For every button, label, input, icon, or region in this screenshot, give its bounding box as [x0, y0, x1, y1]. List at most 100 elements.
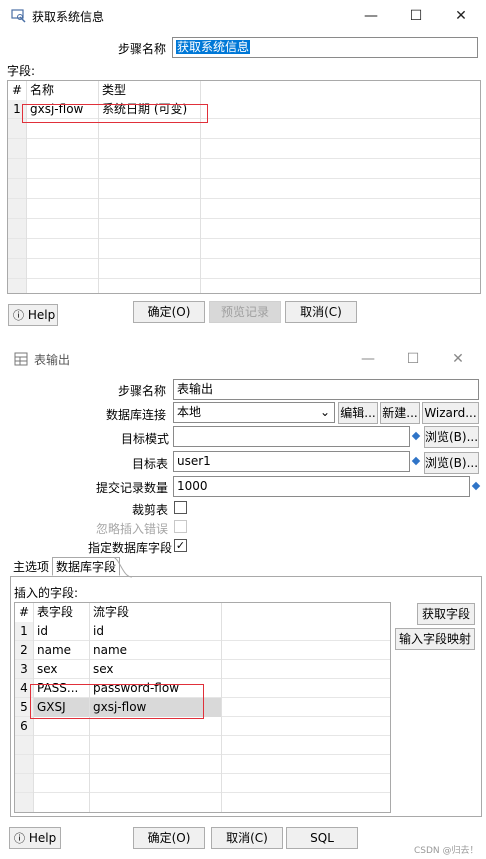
variable-icon: [411, 431, 421, 441]
cancel-button[interactable]: 取消(C): [285, 301, 357, 323]
tab-main-options[interactable]: 主选项: [10, 558, 52, 577]
preview-button: 预览记录: [209, 301, 281, 323]
minimize-icon[interactable]: —: [357, 4, 385, 28]
get-fields-button[interactable]: 获取字段: [417, 603, 475, 625]
db-connection-label: 数据库连接: [106, 408, 167, 422]
target-table-label: 目标表: [132, 457, 169, 471]
column-header-table-field[interactable]: 表字段: [33, 603, 89, 622]
dialog2-titlebar: 表输出 — ☐ ✕: [0, 343, 486, 375]
help-icon: ⓘ: [13, 309, 24, 322]
close-icon[interactable]: ✕: [447, 4, 475, 28]
empty-row[interactable]: [8, 200, 480, 219]
empty-row[interactable]: [8, 260, 480, 279]
row-number: 1: [20, 624, 28, 638]
help-label: Help: [27, 308, 56, 322]
variable-icon: [471, 481, 481, 491]
table-header: # 名称 类型: [8, 81, 480, 100]
dialog2-title: 表输出: [34, 353, 71, 367]
edit-connection-button[interactable]: 编辑...: [338, 402, 378, 424]
step-name-label: 步骤名称: [118, 42, 167, 56]
highlight-box: [22, 104, 208, 123]
ok-button[interactable]: 确定(O): [133, 827, 205, 849]
chevron-down-icon: ⌄: [319, 405, 330, 419]
system-info-icon: [11, 9, 26, 23]
table-header: # 表字段 流字段: [15, 603, 390, 622]
table-row[interactable]: 2 name name: [15, 641, 390, 660]
empty-row[interactable]: [8, 160, 480, 179]
table-output-dialog: 表输出 — ☐ ✕ 步骤名称 表输出 数据库连接 本地 ⌄ 编辑... 新建..…: [0, 343, 486, 859]
highlight-box: [30, 684, 204, 719]
specify-fields-checkbox[interactable]: ✓: [174, 539, 187, 552]
stream-field-cell[interactable]: name: [89, 641, 221, 660]
column-header-num: #: [11, 83, 23, 97]
browse-schema-button[interactable]: 浏览(B)...: [424, 426, 479, 448]
step-name-label: 步骤名称: [118, 384, 167, 398]
dialog1-title: 获取系统信息: [32, 10, 105, 24]
column-header-num: #: [18, 605, 30, 619]
help-label: Help: [28, 831, 57, 845]
stream-field-cell[interactable]: [89, 717, 221, 736]
tab-database-fields[interactable]: 数据库字段: [52, 557, 121, 576]
table-output-icon: [14, 352, 28, 366]
empty-row[interactable]: [8, 140, 480, 159]
help-button[interactable]: ⓘ Help: [9, 827, 61, 849]
row-number: 6: [20, 719, 28, 733]
target-schema-input[interactable]: [173, 426, 410, 447]
target-table-input[interactable]: user1: [173, 451, 410, 472]
maximize-icon[interactable]: ☐: [399, 347, 427, 371]
minimize-icon[interactable]: —: [354, 347, 382, 371]
column-header-stream-field[interactable]: 流字段: [89, 603, 221, 622]
column-divider: [221, 603, 222, 812]
column-header-name[interactable]: 名称: [26, 81, 98, 100]
table-field-cell[interactable]: name: [33, 641, 89, 660]
empty-row[interactable]: [8, 240, 480, 259]
target-schema-label: 目标模式: [121, 432, 170, 446]
empty-row[interactable]: [15, 755, 390, 774]
ok-button[interactable]: 确定(O): [133, 301, 205, 323]
empty-row[interactable]: [8, 220, 480, 239]
table-row[interactable]: 6: [15, 717, 390, 736]
browse-table-button[interactable]: 浏览(B)...: [424, 452, 479, 474]
stream-field-cell[interactable]: id: [89, 622, 221, 641]
table-row[interactable]: 3 sex sex: [15, 660, 390, 679]
empty-row[interactable]: [15, 736, 390, 755]
table-row[interactable]: 1 id id: [15, 622, 390, 641]
truncate-checkbox[interactable]: [174, 501, 187, 514]
table-field-cell[interactable]: sex: [33, 660, 89, 679]
step-name-input[interactable]: 表输出: [173, 379, 479, 400]
maximize-icon[interactable]: ☐: [402, 4, 430, 28]
ignore-errors-label: 忽略插入错误: [96, 522, 169, 536]
column-header-type[interactable]: 类型: [98, 81, 200, 100]
step-name-input[interactable]: 获取系统信息: [172, 37, 478, 58]
row-number: 3: [20, 662, 28, 676]
variable-icon: [411, 456, 421, 466]
commit-size-input[interactable]: 1000: [173, 476, 470, 497]
specify-fields-label: 指定数据库字段: [88, 541, 173, 555]
db-connection-value: 本地: [177, 405, 202, 419]
help-button[interactable]: ⓘ Help: [8, 304, 58, 326]
row-number: 2: [20, 643, 28, 657]
new-connection-button[interactable]: 新建...: [380, 402, 420, 424]
empty-row[interactable]: [15, 774, 390, 793]
wizard-button[interactable]: Wizard...: [422, 402, 479, 424]
commit-size-label: 提交记录数量: [96, 481, 169, 495]
sql-button[interactable]: SQL: [286, 827, 358, 849]
close-icon[interactable]: ✕: [444, 347, 472, 371]
input-field-mapping-button[interactable]: 输入字段映射: [395, 628, 475, 650]
step-name-selected-text: 获取系统信息: [176, 40, 251, 54]
ignore-errors-checkbox: [174, 520, 187, 533]
stream-field-cell[interactable]: sex: [89, 660, 221, 679]
fields-label: 字段:: [7, 64, 36, 78]
cancel-button[interactable]: 取消(C): [211, 827, 283, 849]
db-connection-select[interactable]: 本地 ⌄: [173, 402, 335, 423]
table-field-cell[interactable]: [33, 717, 89, 736]
help-icon: ⓘ: [14, 832, 25, 845]
watermark: CSDN @归去！: [414, 846, 479, 856]
truncate-label: 裁剪表: [132, 503, 169, 517]
empty-row[interactable]: [8, 180, 480, 199]
insert-fields-label: 插入的字段:: [14, 586, 79, 600]
table-field-cell[interactable]: id: [33, 622, 89, 641]
get-system-info-dialog: 获取系统信息 — ☐ ✕ 步骤名称 获取系统信息 字段: # 名称 类型 1 g…: [0, 0, 486, 333]
tab-curve: [112, 557, 132, 578]
screenshot-separator: [0, 333, 486, 343]
